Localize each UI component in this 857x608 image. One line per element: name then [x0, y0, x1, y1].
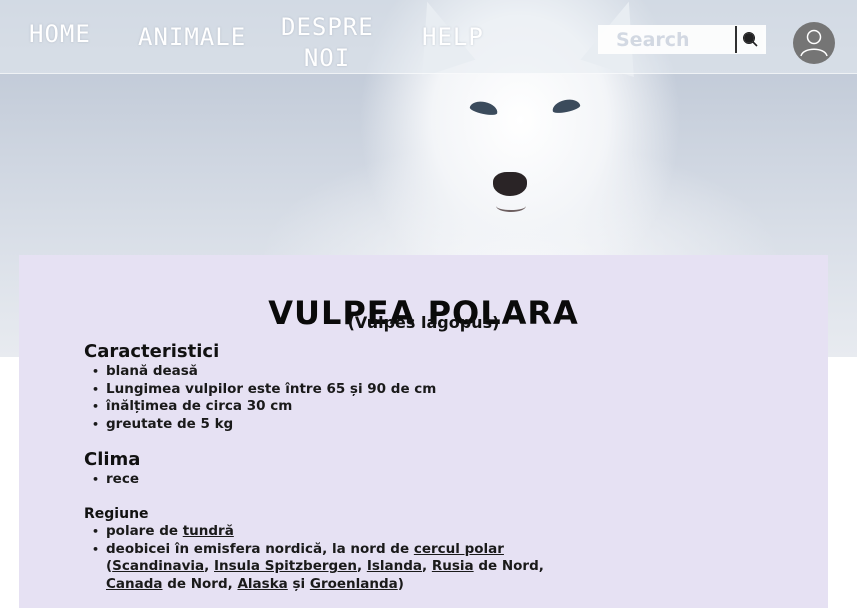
link-scandinavia[interactable]: Scandinavia — [112, 558, 204, 574]
fox-nose — [493, 172, 527, 196]
section-heading-caracteristici: Caracteristici — [84, 341, 220, 362]
nav-animale-link[interactable]: ANIMALE — [138, 22, 246, 53]
text: , — [356, 558, 367, 574]
list-item: Lungimea vulpilor este între 65 și 90 de… — [84, 381, 436, 399]
regiune-list: polare de tundră deobicei în emisfera no… — [84, 523, 544, 593]
nav-help-link[interactable]: HELP — [422, 22, 484, 53]
list-item: blană deasă — [84, 363, 436, 381]
link-alaska[interactable]: Alaska — [237, 576, 287, 592]
fox-eye-left — [469, 99, 499, 117]
link-groenlanda[interactable]: Groenlanda — [310, 576, 398, 592]
section-clima: Clima rece — [84, 449, 140, 489]
link-cercul-polar[interactable]: cercul polar — [414, 541, 504, 557]
search-bar — [598, 25, 766, 54]
nav-despre-line1: DESPRE — [281, 13, 374, 41]
section-caracteristici: Caracteristici blană deasă Lungimea vulp… — [84, 341, 436, 433]
search-divider — [735, 26, 737, 53]
link-rusia[interactable]: Rusia — [432, 558, 474, 574]
search-button[interactable] — [738, 25, 766, 54]
search-input[interactable] — [598, 25, 735, 54]
text: ) — [397, 575, 404, 592]
fox-mouth — [496, 200, 526, 212]
page-subtitle: (Vulpes lagopus) — [347, 313, 500, 332]
text: de Nord, — [473, 558, 544, 574]
top-nav-bar: HOME ANIMALE DESPRE NOI HELP — [0, 0, 857, 74]
section-regiune: Regiune polare de tundră deobicei în emi… — [84, 505, 544, 593]
search-icon — [743, 32, 758, 47]
list-item: înălțimea de circa 30 cm — [84, 398, 436, 416]
list-item: deobicei în emisfera nordică, la nord de… — [84, 541, 544, 594]
list-item: polare de tundră — [84, 523, 544, 541]
link-islanda[interactable]: Islanda — [367, 558, 422, 574]
link-canada[interactable]: Canada — [106, 576, 163, 592]
clima-list: rece — [84, 471, 140, 489]
link-insula-spitzbergen[interactable]: Insula Spitzbergen — [214, 558, 357, 574]
nav-despre-line2: NOI — [303, 44, 351, 72]
text: , — [422, 558, 432, 574]
text: , — [204, 558, 215, 574]
nav-home-link[interactable]: HOME — [29, 19, 91, 50]
content-card: VULPEA POLARA (Vulpes lagopus) Caracteri… — [19, 255, 828, 608]
list-item: rece — [84, 471, 140, 489]
user-icon — [800, 29, 828, 57]
text: deobicei în emisfera nordică, la nord de — [106, 540, 414, 557]
section-heading-regiune: Regiune — [84, 506, 149, 522]
text: și — [287, 575, 310, 592]
user-avatar-button[interactable] — [793, 22, 835, 64]
list-item: greutate de 5 kg — [84, 416, 436, 434]
link-tundra[interactable]: tundră — [183, 523, 234, 539]
fox-eye-right — [551, 97, 581, 115]
caracteristici-list: blană deasă Lungimea vulpilor este între… — [84, 363, 436, 433]
nav-despre-noi-link[interactable]: DESPRE NOI — [281, 12, 373, 74]
text: de Nord, — [162, 575, 238, 592]
text: polare de — [106, 523, 183, 539]
section-heading-clima: Clima — [84, 449, 141, 470]
